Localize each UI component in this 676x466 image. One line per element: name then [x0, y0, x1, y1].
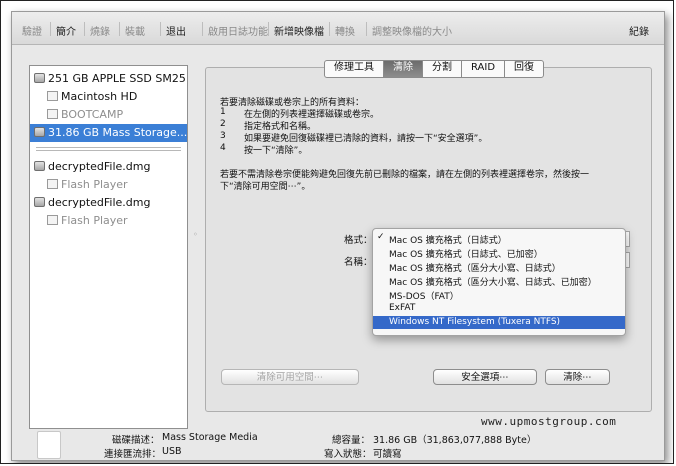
disk-description-value: Mass Storage Media [162, 432, 258, 443]
erase-free-space-button[interactable]: 清除可用空間⋯ [221, 369, 359, 385]
toolbar-item-7[interactable]: 轉換 [335, 23, 355, 38]
sidebar-item[interactable]: Flash Player [30, 212, 187, 230]
sidebar-item[interactable]: 251 GB APPLE SSD SM25... [30, 70, 187, 88]
disk-info-icon [37, 431, 61, 459]
toolbar-separator [84, 22, 85, 36]
disk-utility-window: 驗證 簡介 燒錄 裝載 退出 啟用日誌功能 新增映像檔 轉換 調整映像檔的大小 紀錄 251 GB… [11, 11, 665, 461]
sidebar-item-label: BOOTCAMP [61, 108, 124, 121]
sidebar-item[interactable]: 31.86 GB Mass Storage... [30, 124, 187, 142]
format-popup-menu[interactable]: ✓ Mac OS 擴充格式（日誌式） Mac OS 擴充格式（日誌式、已加密） Mac… [372, 228, 626, 336]
tab-0[interactable]: 修理工具 [325, 61, 384, 77]
sidebar-item[interactable]: decryptedFile.dmg [30, 158, 187, 176]
tab-1[interactable]: 清除 [384, 61, 423, 77]
toolbar-item-6[interactable]: 新增映像檔 [274, 23, 324, 38]
format-option[interactable]: Mac OS 擴充格式（區分大小寫、日誌式） [373, 260, 625, 274]
sidebar-item-label: decryptedFile.dmg [48, 196, 151, 209]
sidebar-item-label: Flash Player [61, 214, 128, 227]
format-option-label: Mac OS 擴充格式（區分大小寫、日誌式、已加密） [389, 278, 597, 288]
toolbar-item-5[interactable]: 啟用日誌功能 [208, 23, 268, 38]
write-status-value: 可讀寫 [373, 449, 402, 460]
step-number: 2 [220, 119, 226, 129]
toolbar-item-8[interactable]: 調整映像檔的大小 [372, 23, 452, 38]
tab-3[interactable]: RAID [462, 61, 506, 77]
sidebar-item-label: Flash Player [61, 178, 128, 191]
sidebar-item-label: 31.86 GB Mass Storage... [48, 126, 188, 139]
volume-icon [47, 179, 58, 189]
sidebar-item-label: decryptedFile.dmg [48, 160, 151, 173]
sidebar-item[interactable]: decryptedFile.dmg [30, 194, 187, 212]
step-text: 按一下“清除”。 [244, 146, 308, 156]
toolbar-item-3[interactable]: 裝載 [125, 23, 145, 38]
toolbar-separator [160, 22, 161, 36]
toolbar: 驗證 簡介 燒錄 裝載 退出 啟用日誌功能 新增映像檔 轉換 調整映像檔的大小 紀錄 [12, 12, 664, 45]
volume-icon [47, 109, 58, 119]
format-option[interactable]: Windows NT Filesystem (Tuxera NTFS) [373, 316, 625, 329]
format-option[interactable]: Mac OS 擴充格式（日誌式、已加密） [373, 246, 625, 260]
sidebar-divider [36, 150, 181, 151]
format-option-label: ExFAT [389, 303, 416, 313]
toolbar-separator [366, 22, 367, 36]
toolbar-item-0[interactable]: 驗證 [22, 23, 42, 38]
disk-list-sidebar[interactable]: 251 GB APPLE SSD SM25... Macintosh HD BOOT… [29, 65, 188, 429]
volume-icon [47, 215, 58, 225]
sidebar-item-label: 251 GB APPLE SSD SM25... [48, 72, 188, 85]
toolbar-separator [329, 22, 330, 36]
format-option-label: Mac OS 擴充格式（日誌式） [389, 236, 507, 246]
tab-4[interactable]: 回復 [505, 61, 543, 77]
toolbar-item-4[interactable]: 退出 [166, 23, 186, 38]
format-option-label: Windows NT Filesystem (Tuxera NTFS) [389, 317, 561, 327]
format-option[interactable]: ✓ Mac OS 擴充格式（日誌式） [373, 232, 625, 246]
toolbar-separator [268, 22, 269, 36]
sidebar-item[interactable]: Flash Player [30, 176, 187, 194]
checkmark-icon: ✓ [377, 232, 385, 242]
toolbar-item-2[interactable]: 燒錄 [90, 23, 110, 38]
sidebar-item[interactable]: BOOTCAMP [30, 106, 187, 124]
disk-description-label: 磁碟描述： [112, 435, 160, 446]
format-option[interactable]: ExFAT [373, 302, 625, 315]
format-option-label: MS-DOS（FAT） [389, 292, 459, 302]
erase-button[interactable]: 清除⋯ [545, 369, 610, 385]
format-option[interactable]: MS-DOS（FAT） [373, 288, 625, 302]
format-option[interactable]: Mac OS 擴充格式（區分大小寫、日誌式、已加密） [373, 274, 625, 288]
splitter-handle-icon[interactable]: ◦ [193, 230, 198, 239]
format-option-label: Mac OS 擴充格式（日誌式、已加密） [389, 250, 543, 260]
toolbar-separator [119, 22, 120, 36]
log-button[interactable]: 紀錄 [629, 23, 649, 38]
capacity-label: 總容量： [332, 435, 371, 446]
tab-bar: 修理工具 清除 分割 RAID 回復 [324, 60, 545, 78]
connection-bus-label: 連接匯流排： [104, 449, 162, 460]
sidebar-divider [36, 147, 181, 148]
tab-2[interactable]: 分割 [423, 61, 462, 77]
step-number: 1 [220, 107, 226, 117]
watermark: www.upmostgroup.com [481, 415, 617, 428]
capacity-value: 31.86 GB（31,863,077,888 Byte） [373, 435, 537, 446]
format-label: 格式： [344, 235, 373, 246]
sidebar-item-label: Macintosh HD [61, 90, 138, 103]
internal-disk-icon [34, 73, 45, 83]
security-options-button[interactable]: 安全選項⋯ [433, 369, 537, 385]
name-label: 名稱： [344, 257, 373, 268]
sidebar-item[interactable]: Macintosh HD [30, 88, 187, 106]
usb-disk-icon [34, 127, 45, 137]
toolbar-separator [202, 22, 203, 36]
toolbar-separator [50, 22, 51, 36]
format-option-label: Mac OS 擴充格式（區分大小寫、日誌式） [389, 264, 561, 274]
disk-image-icon [34, 161, 45, 171]
step-number: 4 [220, 143, 226, 153]
volume-icon [47, 91, 58, 101]
screenshot-frame: 驗證 簡介 燒錄 裝載 退出 啟用日誌功能 新增映像檔 轉換 調整映像檔的大小 紀錄 251 GB… [0, 0, 674, 464]
disk-image-icon [34, 197, 45, 207]
step-number: 3 [220, 131, 226, 141]
instructions-note-line2: 下“清除可用空間⋯”。 [220, 182, 311, 192]
write-status-label: 寫入狀態： [324, 449, 372, 460]
toolbar-item-1[interactable]: 簡介 [56, 23, 76, 38]
connection-bus-value: USB [162, 446, 182, 457]
